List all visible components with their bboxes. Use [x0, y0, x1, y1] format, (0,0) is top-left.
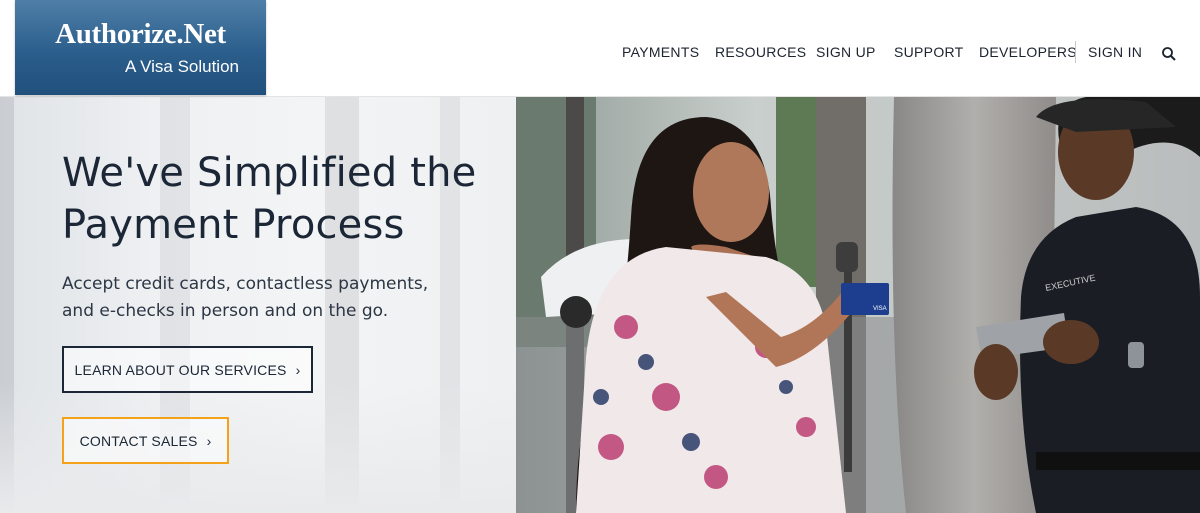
headline-line-2: Payment Process	[62, 202, 405, 248]
chevron-right-icon: ›	[206, 432, 212, 449]
nav-item-developers[interactable]: DEVELOPERS	[979, 44, 1077, 60]
brand-tagline: A Visa Solution	[124, 57, 239, 76]
hero-headline: We've Simplified the Payment Process	[62, 147, 502, 251]
site-header: Authorize.Net A Visa Solution PAYMENTS R…	[0, 0, 1200, 97]
hero-section: VISA EXECUTIVE We've Simplified the Paym…	[0, 97, 1200, 513]
card-visa-label: VISA	[873, 306, 887, 312]
brand-name: Authorize.Net	[55, 18, 226, 50]
nav-item-sign-up[interactable]: SIGN UP	[816, 44, 876, 60]
chevron-right-icon: ›	[295, 361, 301, 378]
nav-item-resources[interactable]: RESOURCES	[715, 44, 806, 60]
headline-line-1: We've Simplified the	[62, 150, 477, 196]
contact-sales-label: CONTACT SALES	[79, 432, 198, 449]
learn-about-services-button[interactable]: LEARN ABOUT OUR SERVICES ›	[62, 346, 313, 393]
search-icon[interactable]	[1161, 46, 1177, 62]
contact-sales-button[interactable]: CONTACT SALES ›	[62, 417, 229, 464]
learn-about-services-label: LEARN ABOUT OUR SERVICES	[74, 361, 287, 378]
nav-item-payments[interactable]: PAYMENTS	[622, 44, 699, 60]
hero-photo: VISA EXECUTIVE	[516, 97, 1200, 513]
nav-item-support[interactable]: SUPPORT	[894, 44, 964, 60]
nav-divider	[1075, 41, 1076, 63]
hero-subtext: Accept credit cards, contactless payment…	[62, 271, 482, 325]
subtext-line-1: Accept credit cards, contactless payment…	[62, 274, 429, 294]
subtext-line-2: and e-checks in person and on the go.	[62, 301, 389, 321]
sign-in-link[interactable]: SIGN IN	[1088, 44, 1142, 60]
brand-logo[interactable]: Authorize.Net A Visa Solution	[15, 0, 266, 95]
